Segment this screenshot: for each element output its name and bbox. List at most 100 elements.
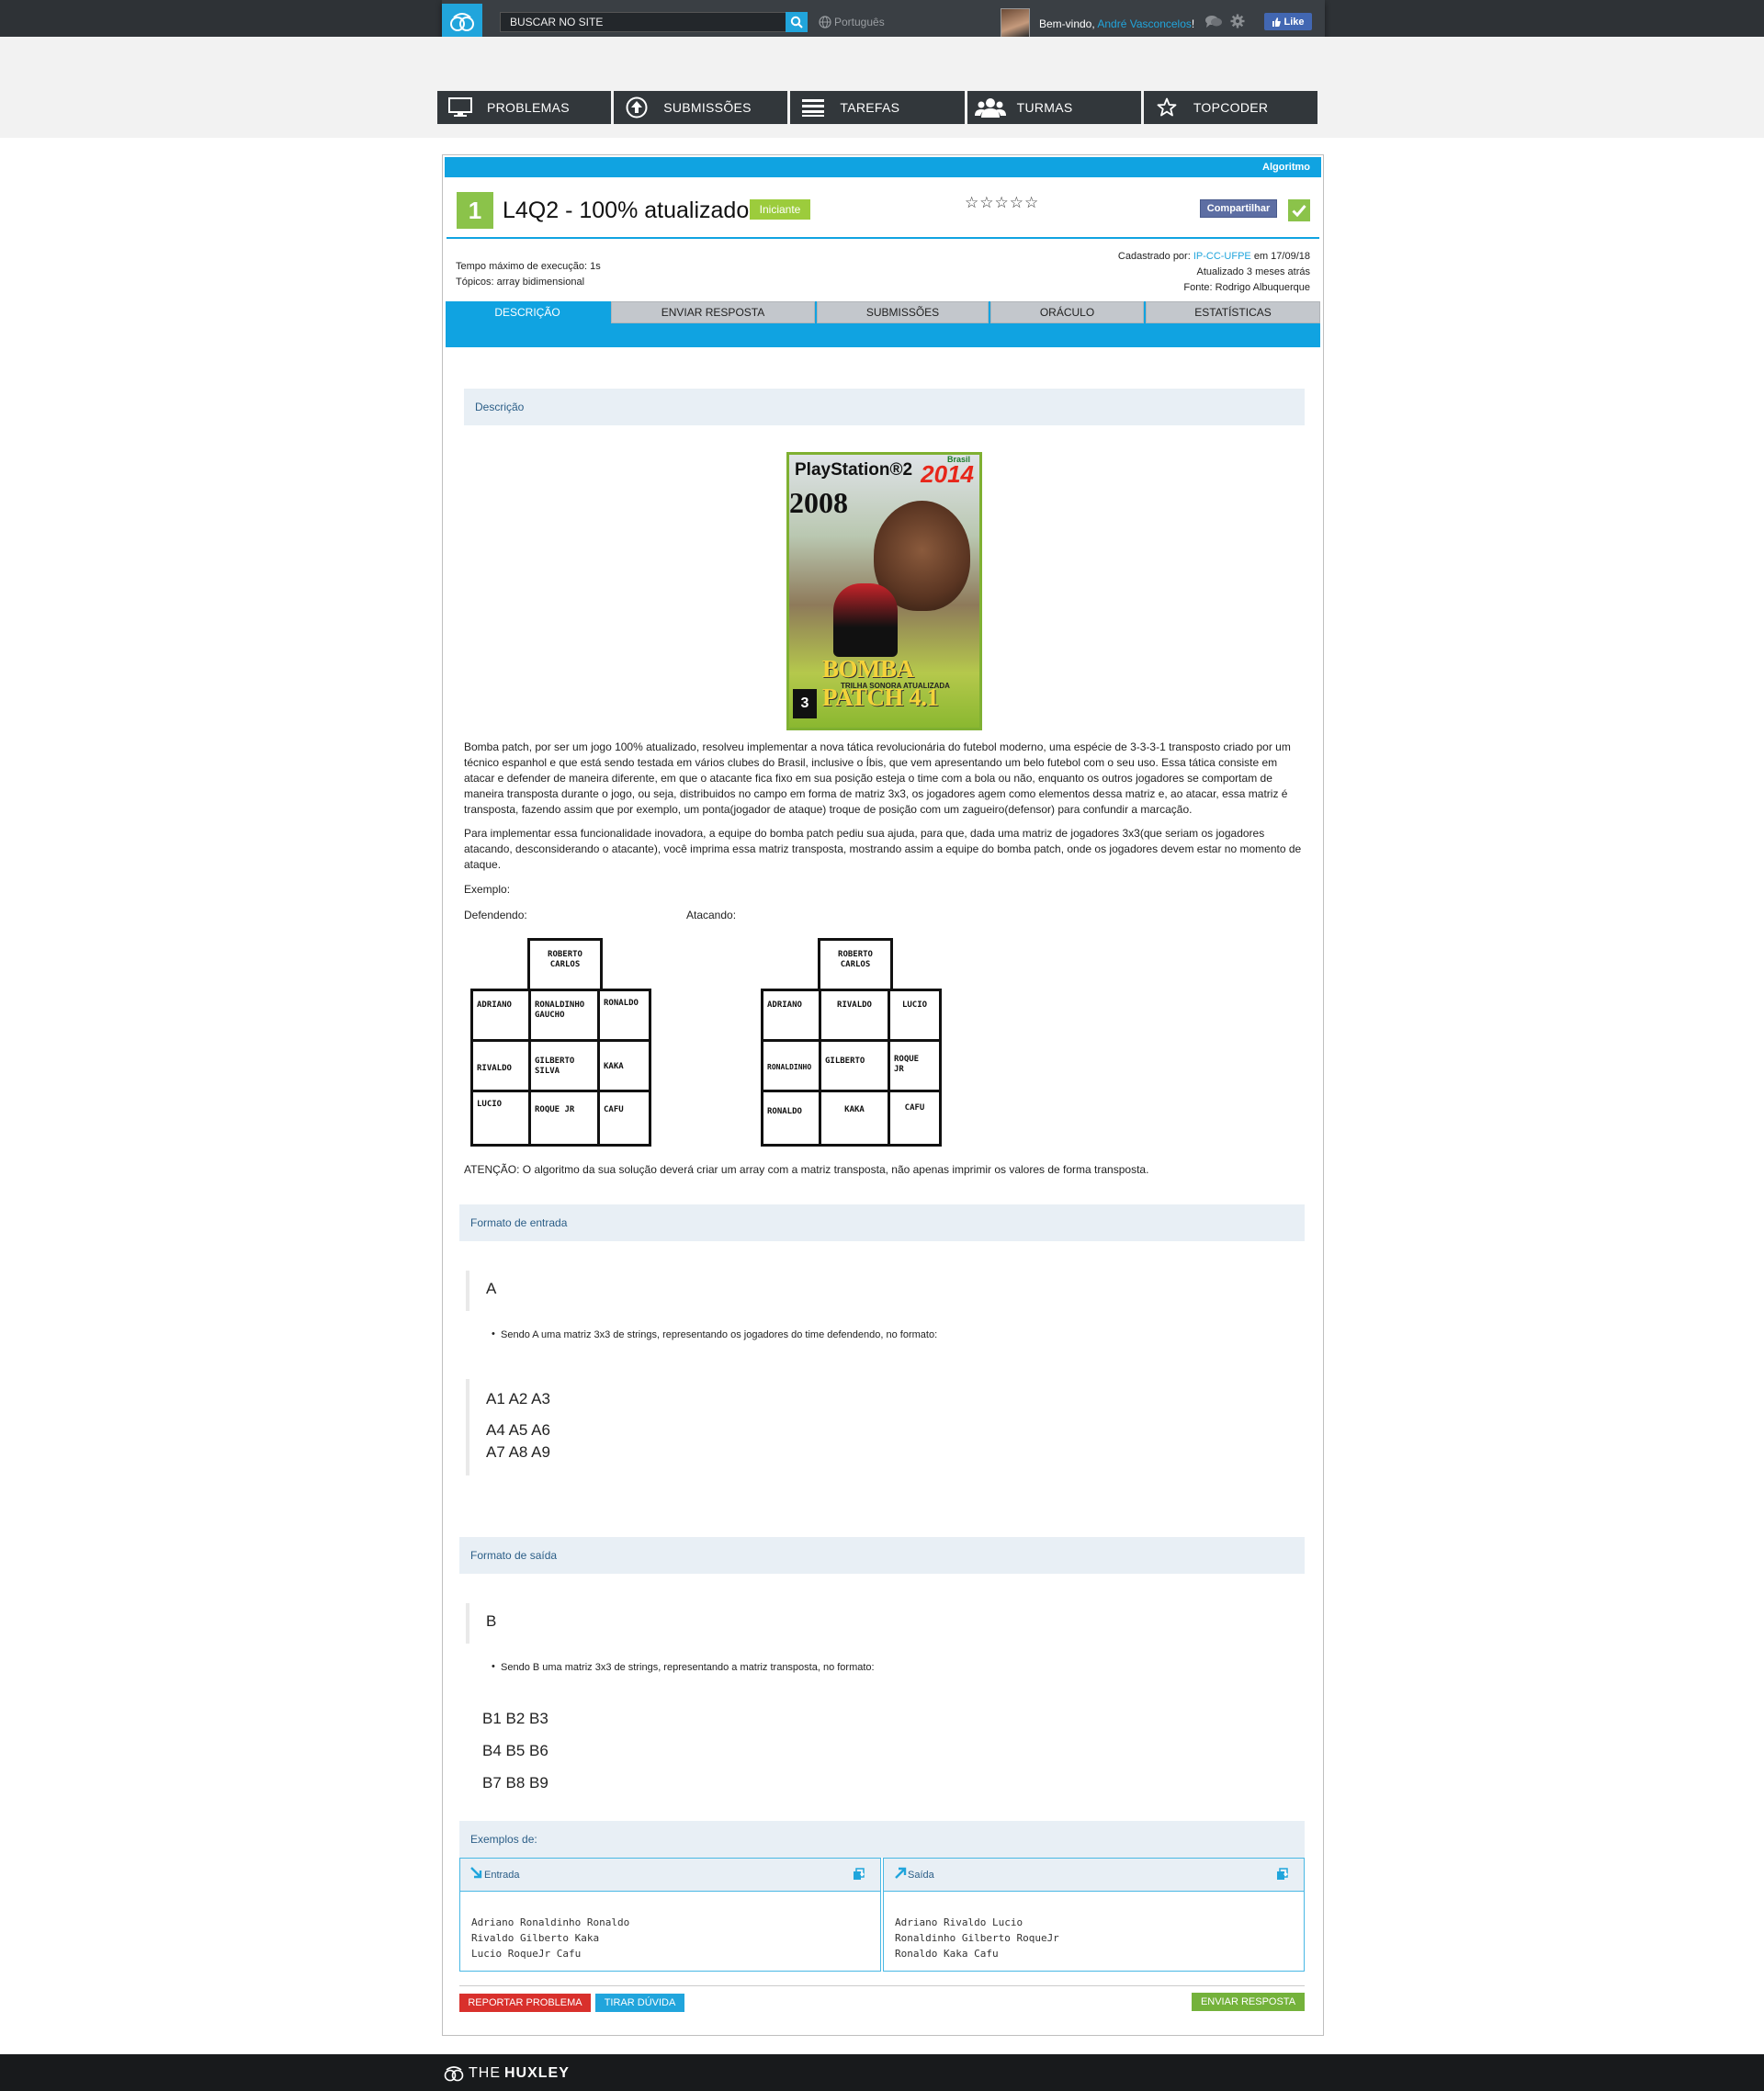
attacking-grid: ROBERTO CARLOS ADRIANO RIVALDO LUCIO RON… (761, 938, 944, 1149)
cell-text: GILBERTO (825, 1057, 865, 1066)
topics: Tópicos: array bidimensional (456, 277, 585, 288)
example-label: Exemplo: (464, 883, 511, 896)
registered-date: em 17/09/18 (1250, 251, 1310, 262)
cell-text: LUCIO (477, 1100, 503, 1109)
game-cover-image: PlayStation®2 Brasil 2014 2008 BOMBA PAT… (786, 452, 982, 730)
cover-player-figure (833, 583, 898, 657)
nav-turmas[interactable]: TURMAS (967, 91, 1141, 124)
cell-text: RIVALDO (837, 1000, 872, 1010)
monitor-icon (448, 97, 472, 117)
nav-submissoes[interactable]: SUBMISSÕES (614, 91, 788, 124)
share-button[interactable]: Compartilhar (1200, 199, 1277, 218)
attacking-cell: KAKA (819, 1090, 890, 1147)
cell-text: RONALDINHO GAUCHO (535, 1000, 585, 1020)
cell-text: ROQUE JR (535, 1105, 575, 1114)
defending-cell: GILBERTO SILVA (528, 1039, 600, 1092)
cell-text: ADRIANO (477, 1000, 512, 1010)
output-row: B7 B8 B9 (482, 1774, 548, 1791)
facebook-like-button[interactable]: Like (1264, 13, 1312, 30)
cover-rating-badge: 3 (793, 689, 817, 718)
search-button[interactable] (786, 12, 808, 32)
huxley-logo-icon (450, 13, 474, 31)
input-row: A4 A5 A6 (486, 1421, 550, 1439)
registered-line: Cadastrado por: IP-CC-UFPE em 17/09/18 (1118, 249, 1310, 265)
nav-topcoder[interactable]: TOPCODER (1143, 91, 1318, 124)
user-avatar[interactable] (1001, 8, 1030, 38)
cell-text: LUCIO (901, 1000, 928, 1010)
footer-logo[interactable]: THE HUXLEY (443, 2065, 570, 2082)
cell-text: GILBERTO SILVA (535, 1057, 575, 1076)
cover-2014-text: 2014 (921, 460, 974, 488)
cover-subtitle-text: TRILHA SONORA ATUALIZADA (841, 682, 950, 690)
attacking-label: Atacando: (686, 909, 737, 921)
input-row: A7 A8 A9 (486, 1443, 550, 1461)
nav-label: TAREFAS (840, 100, 900, 115)
cell-text: RONALDO (767, 1107, 802, 1116)
gear-icon[interactable] (1230, 14, 1245, 28)
description-heading: Descrição (464, 389, 1305, 425)
nav-problemas[interactable]: PROBLEMAS (437, 91, 612, 124)
search-input[interactable]: BUSCAR NO SITE (500, 12, 792, 32)
actions-divider (459, 1985, 1305, 1986)
example-input-header: Entrada (460, 1859, 880, 1892)
registered-by-link[interactable]: IP-CC-UFPE (1193, 251, 1251, 262)
defending-cell: ROQUE JR (528, 1090, 600, 1147)
copy-icon[interactable] (1276, 1868, 1289, 1881)
problem-category: Algoritmo (445, 157, 1321, 177)
input-variable: A (466, 1271, 496, 1311)
defending-cell: RONALDINHO GAUCHO (528, 989, 600, 1042)
example-input-box: Entrada Adriano Ronaldinho Ronaldo Rival… (459, 1858, 881, 1972)
chat-icon[interactable] (1204, 14, 1223, 28)
site-logo[interactable] (442, 4, 482, 40)
submit-answer-button[interactable]: ENVIAR RESPOSTA (1192, 1993, 1305, 2011)
ask-question-button[interactable]: TIRAR DÚVIDA (595, 1994, 684, 2012)
output-row: B4 B5 B6 (482, 1742, 548, 1759)
user-name-link[interactable]: André Vasconcelos (1097, 17, 1192, 30)
example-input-content[interactable]: Adriano Ronaldinho Ronaldo Rivaldo Gilbe… (460, 1892, 880, 1984)
level-badge: 1 (457, 192, 493, 229)
solved-check[interactable] (1288, 199, 1310, 221)
list-icon (802, 99, 825, 117)
group-icon (974, 98, 1006, 118)
nav-label: TURMAS (1016, 100, 1073, 115)
star-icon (1157, 97, 1177, 117)
report-problem-button[interactable]: REPORTAR PROBLEMA (459, 1994, 591, 2012)
cell-text: KAKA (604, 1062, 624, 1071)
problem-meta-left: Tempo máximo de execução: 1s Tópicos: ar… (456, 259, 601, 290)
arrow-down-right-icon (470, 1867, 482, 1879)
attacking-top-cell: ROBERTO CARLOS (818, 938, 893, 991)
copy-icon[interactable] (853, 1868, 865, 1881)
tab-estatisticas[interactable]: ESTATÍSTICAS (1146, 301, 1320, 323)
input-matrix: A1 A2 A3 A4 A5 A6 A7 A8 A9 (466, 1379, 550, 1475)
rating-stars[interactable]: ☆☆☆☆☆ (965, 194, 1039, 212)
difficulty-badge: Iniciante (750, 199, 810, 220)
updated-text: Atualizado 3 meses atrás (1196, 266, 1310, 277)
title-divider (447, 237, 1319, 239)
upload-icon (626, 96, 648, 119)
attacking-cell: LUCIO (888, 989, 942, 1042)
welcome-text: Bem-vindo, André Vasconcelos! (1039, 17, 1194, 30)
output-matrix: B1 B2 B3 B4 B5 B6 B7 B8 B9 (466, 1691, 548, 1791)
defending-cell: RIVALDO (470, 1039, 531, 1092)
example-output-content[interactable]: Adriano Rivaldo Lucio Ronaldinho Gilbert… (884, 1892, 1304, 1984)
example-output-line: Ronaldinho Gilberto RoqueJr (895, 1932, 1059, 1944)
tab-submissoes[interactable]: SUBMISSÕES (817, 301, 989, 323)
language-selector[interactable]: Português (819, 16, 885, 28)
language-label: Português (834, 16, 885, 28)
defending-cell: CAFU (597, 1090, 651, 1147)
huxley-logo-icon (444, 2066, 464, 2082)
nav-tarefas[interactable]: TAREFAS (790, 91, 965, 124)
tab-descricao[interactable]: DESCRIÇÃO (446, 301, 609, 323)
defending-cell: RONALDO (597, 989, 651, 1042)
example-input-line: Rivaldo Gilberto Kaka (471, 1932, 600, 1944)
tab-oraculo[interactable]: ORÁCULO (990, 301, 1144, 323)
tab-enviar-resposta[interactable]: ENVIAR RESPOSTA (611, 301, 815, 323)
footer: THE HUXLEY (0, 2054, 1764, 2091)
defending-grid: ROBERTO CARLOS ADRIANO RONALDINHO GAUCHO… (470, 938, 654, 1149)
top-icons (1204, 14, 1245, 28)
arrow-up-right-icon (895, 1867, 907, 1879)
attacking-cell: RIVALDO (819, 989, 890, 1042)
globe-icon (819, 16, 831, 28)
attention-note: ATENÇÃO: O algoritmo da sua solução deve… (464, 1163, 1149, 1176)
attacking-cell: RONALDO (761, 1090, 821, 1147)
